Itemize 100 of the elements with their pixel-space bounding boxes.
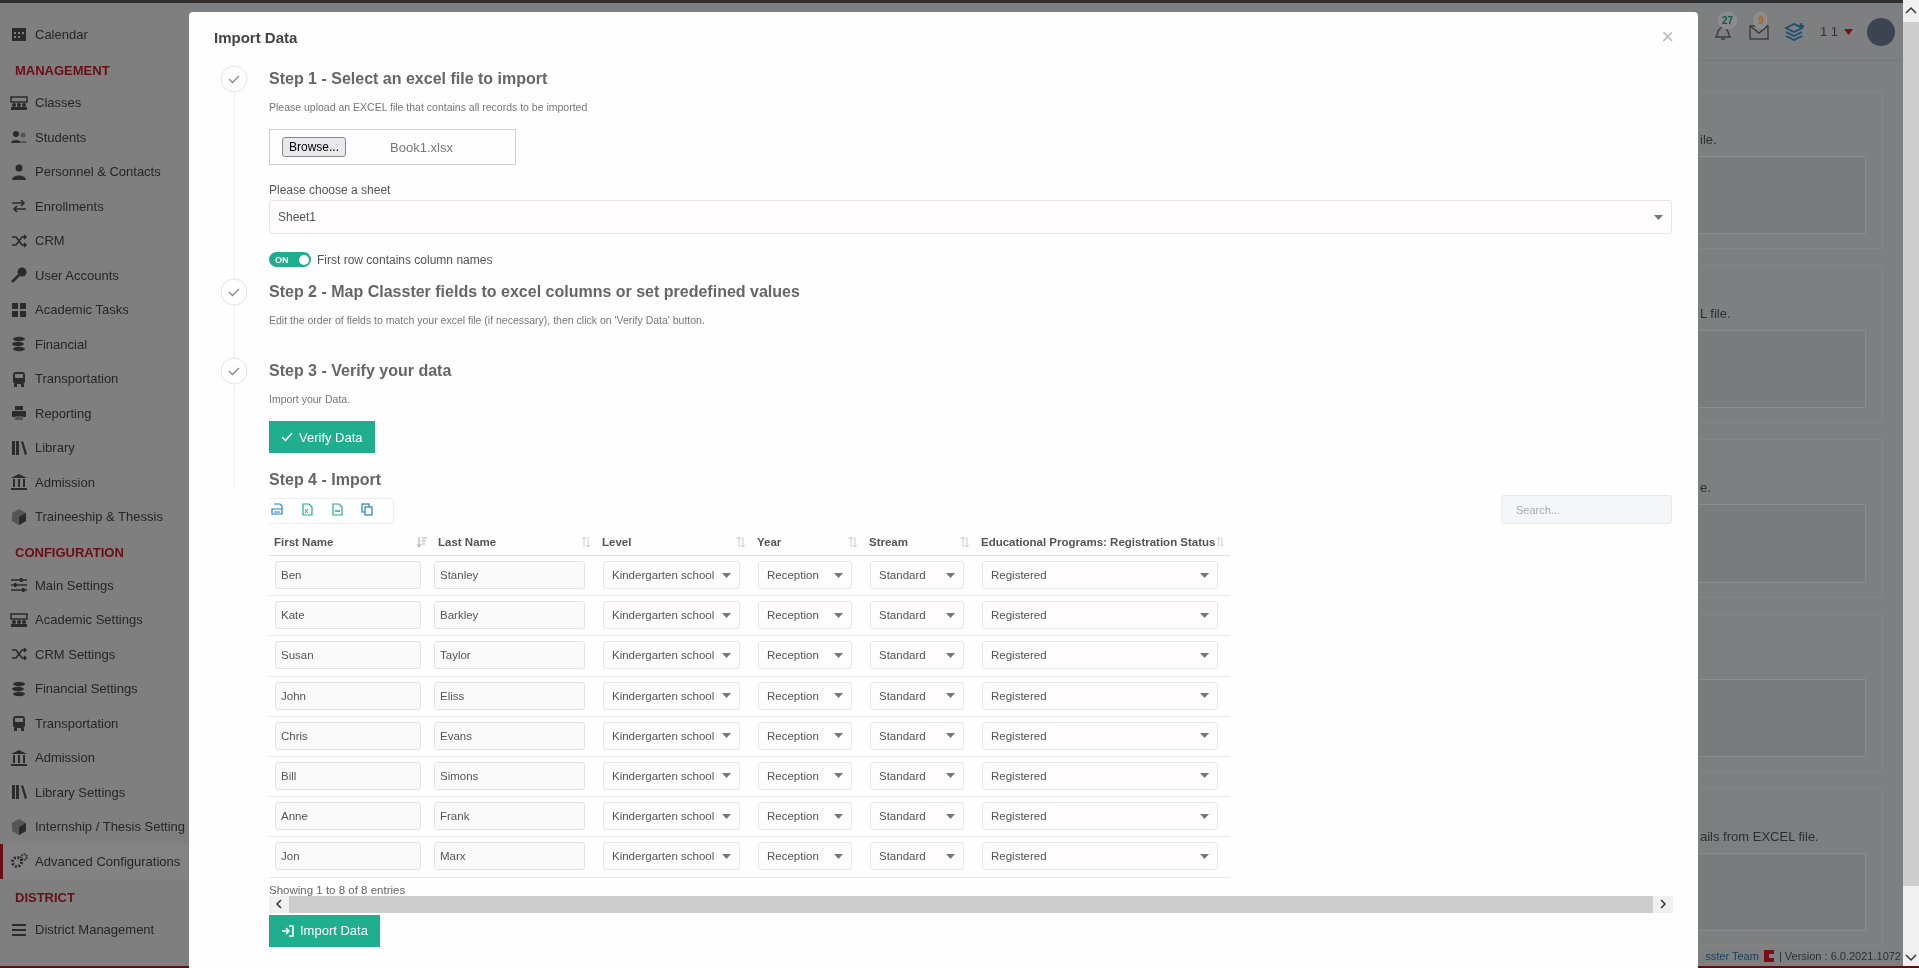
section-heading: CONFIGURATION: [14, 544, 125, 562]
dropdown[interactable]: Registered: [982, 802, 1218, 831]
step-description: Import your Data.: [269, 393, 352, 405]
dropdown[interactable]: Reception: [758, 681, 852, 710]
text-field[interactable]: Chris: [275, 721, 421, 750]
sidebar-item[interactable]: Library: [0, 430, 189, 465]
dropdown[interactable]: Kindergarten school: [603, 802, 740, 831]
document-icon: [331, 503, 343, 516]
caret-icon: [722, 693, 731, 699]
dropdown[interactable]: Standard: [870, 561, 964, 589]
dropdown[interactable]: Registered: [982, 601, 1218, 630]
text-field[interactable]: Bill: [275, 761, 421, 790]
sheet-select[interactable]: Sheet1: [269, 200, 1672, 234]
sidebar-item[interactable]: Reporting: [0, 396, 189, 431]
dropdown[interactable]: Reception: [758, 561, 852, 589]
horizontal-scrollbar[interactable]: [269, 895, 1673, 913]
sidebar-item[interactable]: Academic Settings: [0, 602, 189, 637]
browse-button[interactable]: Browse...: [282, 137, 346, 157]
card-text: ile.: [1700, 132, 1717, 148]
text-field[interactable]: Barkley: [434, 601, 585, 630]
sidebar-item[interactable]: CRM Settings: [0, 637, 189, 672]
dropdown[interactable]: Kindergarten school: [603, 601, 740, 630]
dropdown[interactable]: Standard: [870, 641, 964, 670]
text-field[interactable]: Susan: [275, 641, 421, 670]
sidebar-item[interactable]: Financial: [0, 327, 189, 362]
dropdown[interactable]: Kindergarten school: [603, 681, 740, 710]
dropdown[interactable]: Standard: [870, 601, 964, 630]
dropdown[interactable]: Reception: [758, 721, 852, 750]
table-info: Showing 1 to 8 of 8 entries: [269, 883, 407, 896]
sidebar-item[interactable]: Academic Tasks: [0, 292, 189, 327]
key-icon: [10, 266, 28, 285]
sidebar-item[interactable]: Classes: [0, 85, 189, 120]
copy-icon: [361, 503, 373, 516]
sidebar-item[interactable]: Internship / Thesis Setting: [0, 809, 189, 844]
text-field[interactable]: Kate: [275, 601, 421, 630]
sidebar-item[interactable]: Enrollments: [0, 189, 189, 224]
dropdown[interactable]: Kindergarten school: [603, 561, 740, 589]
file-input[interactable]: Browse... Book1.xlsx: [269, 129, 516, 165]
dropdown[interactable]: Kindergarten school: [603, 842, 740, 871]
column-header[interactable]: Last Name: [433, 528, 597, 555]
dropdown[interactable]: Reception: [758, 802, 852, 831]
dropdown[interactable]: Reception: [758, 641, 852, 670]
search-field[interactable]: Search...: [1501, 495, 1672, 524]
dropdown[interactable]: Registered: [982, 761, 1218, 790]
text-field[interactable]: Frank: [434, 802, 585, 831]
dialog-title: Import Data: [214, 28, 298, 46]
dropdown[interactable]: Standard: [870, 802, 964, 831]
caret-icon: [834, 813, 843, 819]
step-title: Step 1 - Select an excel file to import: [269, 70, 549, 88]
text-field[interactable]: Simons: [434, 761, 585, 790]
dropdown[interactable]: Registered: [982, 641, 1218, 670]
column-header[interactable]: Level: [597, 528, 752, 555]
sidebar-item[interactable]: Students: [0, 120, 189, 155]
sidebar-item[interactable]: Admission: [0, 465, 189, 500]
sidebar-item[interactable]: Financial Settings: [0, 671, 189, 706]
step-title: Step 4 - Import: [269, 471, 382, 489]
column-header[interactable]: Educational Programs: Registration Status: [976, 528, 1230, 555]
text-field[interactable]: John: [275, 681, 421, 710]
sidebar-item[interactable]: Library Settings: [0, 775, 189, 810]
dropdown[interactable]: Registered: [982, 721, 1218, 750]
bus-icon: [10, 714, 28, 733]
sidebar-item[interactable]: Calendar: [0, 17, 189, 52]
dropdown[interactable]: Kindergarten school: [603, 761, 740, 790]
dropdown[interactable]: Registered: [982, 561, 1218, 589]
sidebar-item[interactable]: Main Settings: [0, 568, 189, 603]
column-header[interactable]: Stream: [864, 528, 976, 555]
text-field[interactable]: Evans: [434, 721, 585, 750]
text-field[interactable]: Stanley: [434, 561, 585, 589]
dropdown[interactable]: Registered: [982, 681, 1218, 710]
caret-icon: [1200, 853, 1209, 859]
sidebar-item[interactable]: CRM: [0, 223, 189, 258]
column-header[interactable]: Year: [752, 528, 864, 555]
dropdown[interactable]: Standard: [870, 721, 964, 750]
text-field[interactable]: Ben: [275, 561, 421, 589]
text-field[interactable]: Anne: [275, 802, 421, 831]
column-header[interactable]: First Name: [269, 528, 433, 555]
dropdown[interactable]: Standard: [870, 681, 964, 710]
dropdown[interactable]: Standard: [870, 761, 964, 790]
avatar[interactable]: [1867, 17, 1895, 46]
dropdown[interactable]: Reception: [758, 601, 852, 630]
sort-icon: [848, 537, 858, 547]
dropdown[interactable]: Kindergarten school: [603, 721, 740, 750]
dropdown[interactable]: Standard: [870, 842, 964, 871]
text-field[interactable]: Taylor: [434, 641, 585, 670]
text-field[interactable]: Eliss: [434, 681, 585, 710]
dropdown[interactable]: Kindergarten school: [603, 641, 740, 670]
sidebar-item[interactable]: Transportation: [0, 706, 189, 741]
sidebar-item[interactable]: Admission: [0, 740, 189, 775]
dropdown[interactable]: Reception: [758, 842, 852, 871]
sidebar-item[interactable]: User Accounts: [0, 258, 189, 293]
text-field[interactable]: Marx: [434, 842, 585, 871]
sidebar-item[interactable]: District Management: [0, 912, 189, 947]
sidebar-item[interactable]: Transportation: [0, 361, 189, 396]
sidebar-item[interactable]: Personnel & Contacts: [0, 154, 189, 189]
sidebar-item[interactable]: Advanced Configurations: [0, 844, 189, 879]
dropdown[interactable]: Registered: [982, 842, 1218, 871]
dropdown[interactable]: Reception: [758, 761, 852, 790]
caret-icon: [946, 572, 955, 578]
sidebar-item[interactable]: Traineeship & Thessis: [0, 499, 189, 534]
text-field[interactable]: Jon: [275, 842, 421, 871]
